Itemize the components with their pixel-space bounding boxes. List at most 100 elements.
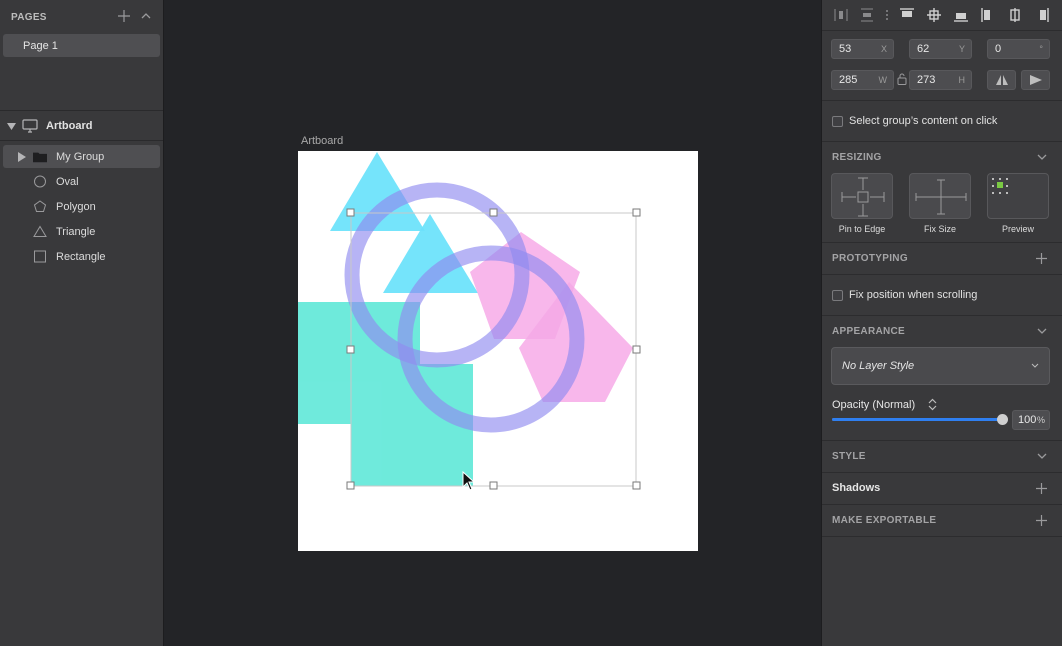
flip-vertical-button[interactable] (1021, 70, 1050, 90)
layer-oval[interactable]: Oval (3, 170, 160, 193)
layer-label: Polygon (56, 201, 96, 213)
align-left-icon[interactable] (980, 7, 996, 23)
add-page-icon[interactable] (117, 9, 131, 23)
width-unit: W (878, 75, 888, 85)
divider (822, 315, 1062, 316)
select-content-label: Select group’s content on click (849, 115, 998, 127)
distribute-vertical-icon[interactable] (859, 7, 875, 23)
appearance-title: APPEARANCE (832, 326, 906, 337)
divider (822, 536, 1062, 537)
chevron-down-icon[interactable] (1036, 327, 1048, 335)
y-value: 62 (917, 43, 930, 55)
layer-style-dropdown[interactable]: No Layer Style (831, 347, 1050, 385)
layer-label: Triangle (56, 226, 96, 238)
oval-icon (34, 175, 46, 188)
chevron-down-icon (1031, 363, 1039, 368)
disclosure-open-icon[interactable] (7, 122, 16, 131)
flip-horizontal-button[interactable] (987, 70, 1016, 90)
layer-polygon[interactable]: Polygon (3, 195, 160, 218)
x-value: 53 (839, 43, 852, 55)
shadows-title: Shadows (832, 482, 881, 494)
artboard-layer[interactable]: Artboard (0, 112, 163, 140)
divider (822, 440, 1062, 441)
resize-handle[interactable] (489, 208, 498, 217)
layer-my-group[interactable]: My Group (3, 145, 160, 168)
y-position-field[interactable]: 62 Y (909, 39, 972, 59)
align-right-icon[interactable] (1034, 7, 1050, 23)
preview-icon (992, 178, 1008, 194)
divider (822, 30, 1062, 31)
layer-label: My Group (56, 151, 105, 163)
artboard-drawing[interactable] (164, 0, 821, 646)
resize-handle[interactable] (489, 481, 498, 490)
align-middle-icon[interactable] (926, 7, 942, 23)
opacity-slider-knob[interactable] (997, 414, 1008, 425)
folder-icon (33, 152, 47, 163)
opacity-slider[interactable] (832, 414, 1008, 425)
prototyping-title: PROTOTYPING (832, 253, 908, 264)
pages-title: PAGES (11, 12, 47, 23)
select-content-checkbox[interactable] (832, 116, 843, 127)
canvas[interactable]: Artboard (164, 0, 821, 646)
page-item-page-1[interactable]: Page 1 (3, 34, 160, 57)
add-shadow-icon[interactable] (1035, 482, 1048, 495)
fix-size-icon (915, 179, 967, 215)
chevron-up-icon[interactable] (140, 10, 152, 22)
disclosure-closed-icon[interactable] (17, 152, 26, 162)
opacity-value: 100 (1018, 414, 1037, 426)
align-bottom-icon[interactable] (953, 7, 969, 23)
resize-handle[interactable] (632, 481, 641, 490)
pages-header: PAGES (0, 0, 163, 34)
sidebar-divider (0, 140, 163, 141)
triangle-icon (33, 225, 47, 237)
inspector-panel: 53 X 62 Y 0 ° 285 W 273 H Select group’s… (821, 0, 1062, 646)
fix-size-button[interactable] (909, 173, 971, 219)
width-value: 285 (839, 74, 858, 86)
sidebar-divider (0, 110, 163, 111)
preview-label: Preview (1001, 224, 1034, 234)
resize-handle[interactable] (632, 345, 641, 354)
align-top-icon[interactable] (899, 7, 915, 23)
resize-handle[interactable] (632, 208, 641, 217)
flip-horizontal-icon (996, 75, 1008, 85)
alignment-toolbar (822, 0, 1062, 30)
chevron-down-icon[interactable] (1036, 452, 1048, 460)
rotation-field[interactable]: 0 ° (987, 39, 1050, 59)
align-center-icon[interactable] (1007, 7, 1023, 23)
add-export-icon[interactable] (1035, 514, 1048, 527)
pin-to-edge-icon (841, 177, 885, 217)
pin-to-edge-button[interactable] (831, 173, 893, 219)
x-position-field[interactable]: 53 X (831, 39, 894, 59)
fix-position-label: Fix position when scrolling (849, 289, 978, 301)
layer-rectangle[interactable]: Rectangle (3, 245, 160, 268)
opacity-label: Opacity (Normal) (832, 399, 916, 411)
blend-mode-stepper-icon[interactable] (928, 398, 937, 411)
y-unit: Y (958, 44, 965, 54)
add-prototyping-icon[interactable] (1035, 252, 1048, 265)
layer-label: Oval (56, 176, 79, 188)
mouse-cursor-icon (462, 471, 476, 491)
fix-size-label: Fix Size (923, 224, 956, 234)
resize-handle[interactable] (346, 345, 355, 354)
width-field[interactable]: 285 W (831, 70, 894, 90)
fix-position-checkbox[interactable] (832, 290, 843, 301)
layer-triangle[interactable]: Triangle (3, 220, 160, 243)
lock-open-icon[interactable] (897, 73, 907, 85)
chevron-down-icon[interactable] (1036, 153, 1048, 161)
make-exportable-title: MAKE EXPORTABLE (832, 515, 937, 526)
distribute-horizontal-icon[interactable] (833, 7, 849, 23)
height-field[interactable]: 273 H (909, 70, 972, 90)
layer-style-value: No Layer Style (842, 360, 915, 372)
divider (822, 504, 1062, 505)
divider (822, 242, 1062, 243)
left-sidebar: PAGES Page 1 Artboard My Group Oval Poly… (0, 0, 164, 646)
more-icon[interactable] (879, 7, 895, 23)
resize-handle[interactable] (346, 481, 355, 490)
artboard-icon (22, 119, 38, 133)
height-unit: H (958, 75, 966, 85)
divider (822, 141, 1062, 142)
resize-handle[interactable] (346, 208, 355, 217)
artboard-layer-label: Artboard (46, 120, 93, 132)
height-value: 273 (917, 74, 936, 86)
opacity-field[interactable]: 100 % (1012, 410, 1050, 430)
